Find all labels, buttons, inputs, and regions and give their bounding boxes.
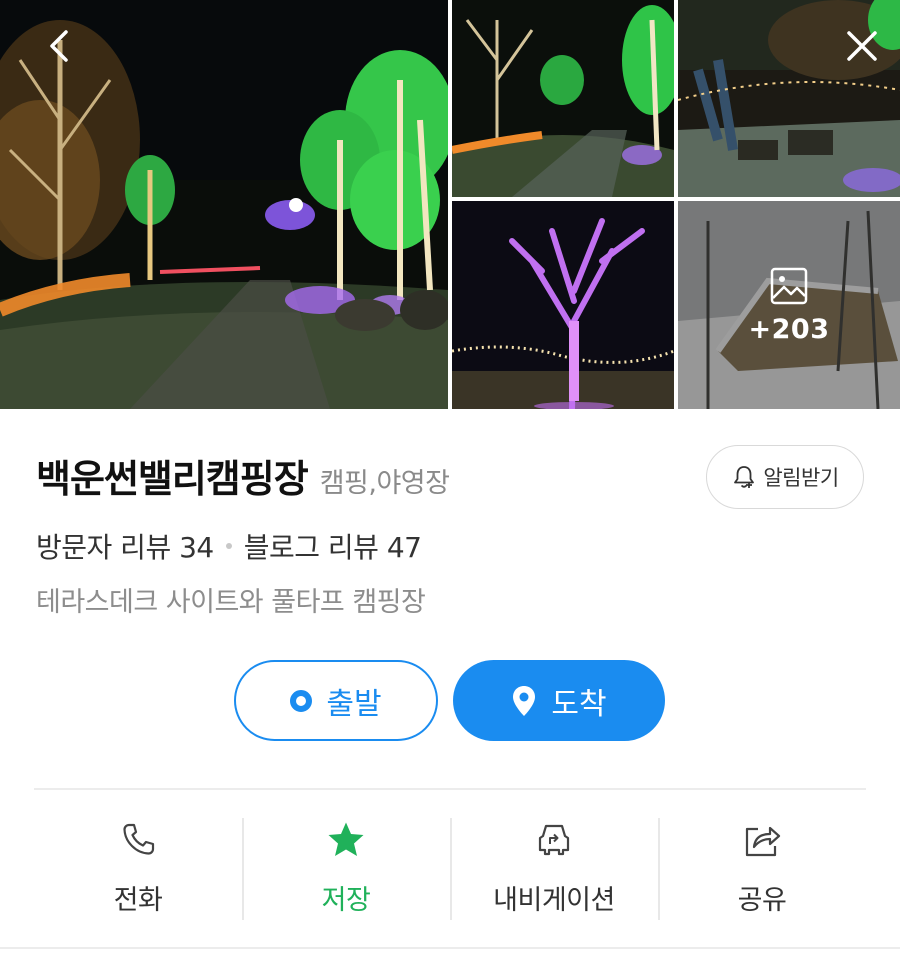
share-button[interactable]: 공유 xyxy=(658,790,866,940)
more-photos-count: +203 xyxy=(748,313,830,345)
review-row: 방문자 리뷰 34 블로그 리뷰 47 xyxy=(36,526,422,566)
separator-dot xyxy=(225,543,232,549)
main-photo[interactable] xyxy=(0,0,448,409)
image-icon xyxy=(770,267,808,304)
more-photos-overlay[interactable]: +203 xyxy=(678,201,900,409)
bell-plus-icon xyxy=(734,466,755,488)
call-label: 전화 xyxy=(113,885,163,916)
alarm-label: 알림받기 xyxy=(763,466,839,490)
gallery-photo[interactable] xyxy=(452,0,674,197)
save-label: 저장 xyxy=(321,885,371,916)
photo-gallery: +203 xyxy=(0,0,900,409)
depart-label: 출발 xyxy=(326,686,382,722)
gallery-photo[interactable] xyxy=(452,201,674,409)
blog-review-link[interactable]: 블로그 리뷰 47 xyxy=(244,526,422,566)
back-button[interactable] xyxy=(34,20,86,72)
bottom-divider xyxy=(0,947,900,949)
depart-dot-icon xyxy=(290,689,313,712)
alarm-button[interactable]: 알림받기 xyxy=(706,445,864,509)
gallery-more-photo[interactable]: +203 xyxy=(678,201,900,409)
place-name: 백운썬밸리캠핑장 xyxy=(36,457,309,501)
arrive-button[interactable]: 도착 xyxy=(453,660,665,741)
call-button[interactable]: 전화 xyxy=(34,790,242,940)
visitor-review-link[interactable]: 방문자 리뷰 34 xyxy=(36,526,214,566)
navigation-label: 내비게이션 xyxy=(493,885,615,916)
depart-button[interactable]: 출발 xyxy=(234,660,438,741)
location-pin-icon xyxy=(513,685,536,716)
save-button[interactable]: 저장 xyxy=(242,790,450,940)
share-label: 공유 xyxy=(737,885,787,916)
share-icon xyxy=(745,826,781,857)
place-title-row: 백운썬밸리캠핑장 캠핑,야영장 xyxy=(36,448,450,503)
arrive-label: 도착 xyxy=(551,686,607,722)
action-bar: 전화 저장 내비게이션 공유 xyxy=(34,790,866,940)
place-description: 테라스데크 사이트와 풀타프 캠핑장 xyxy=(36,587,426,618)
star-icon xyxy=(328,822,364,856)
close-icon xyxy=(847,31,877,61)
car-navigation-icon xyxy=(538,824,570,856)
phone-icon xyxy=(123,823,155,855)
close-button[interactable] xyxy=(836,20,888,72)
place-category: 캠핑,야영장 xyxy=(319,468,450,499)
gallery-photo[interactable] xyxy=(678,0,900,197)
back-chevron-icon xyxy=(50,30,68,62)
navigation-button[interactable]: 내비게이션 xyxy=(450,790,658,940)
